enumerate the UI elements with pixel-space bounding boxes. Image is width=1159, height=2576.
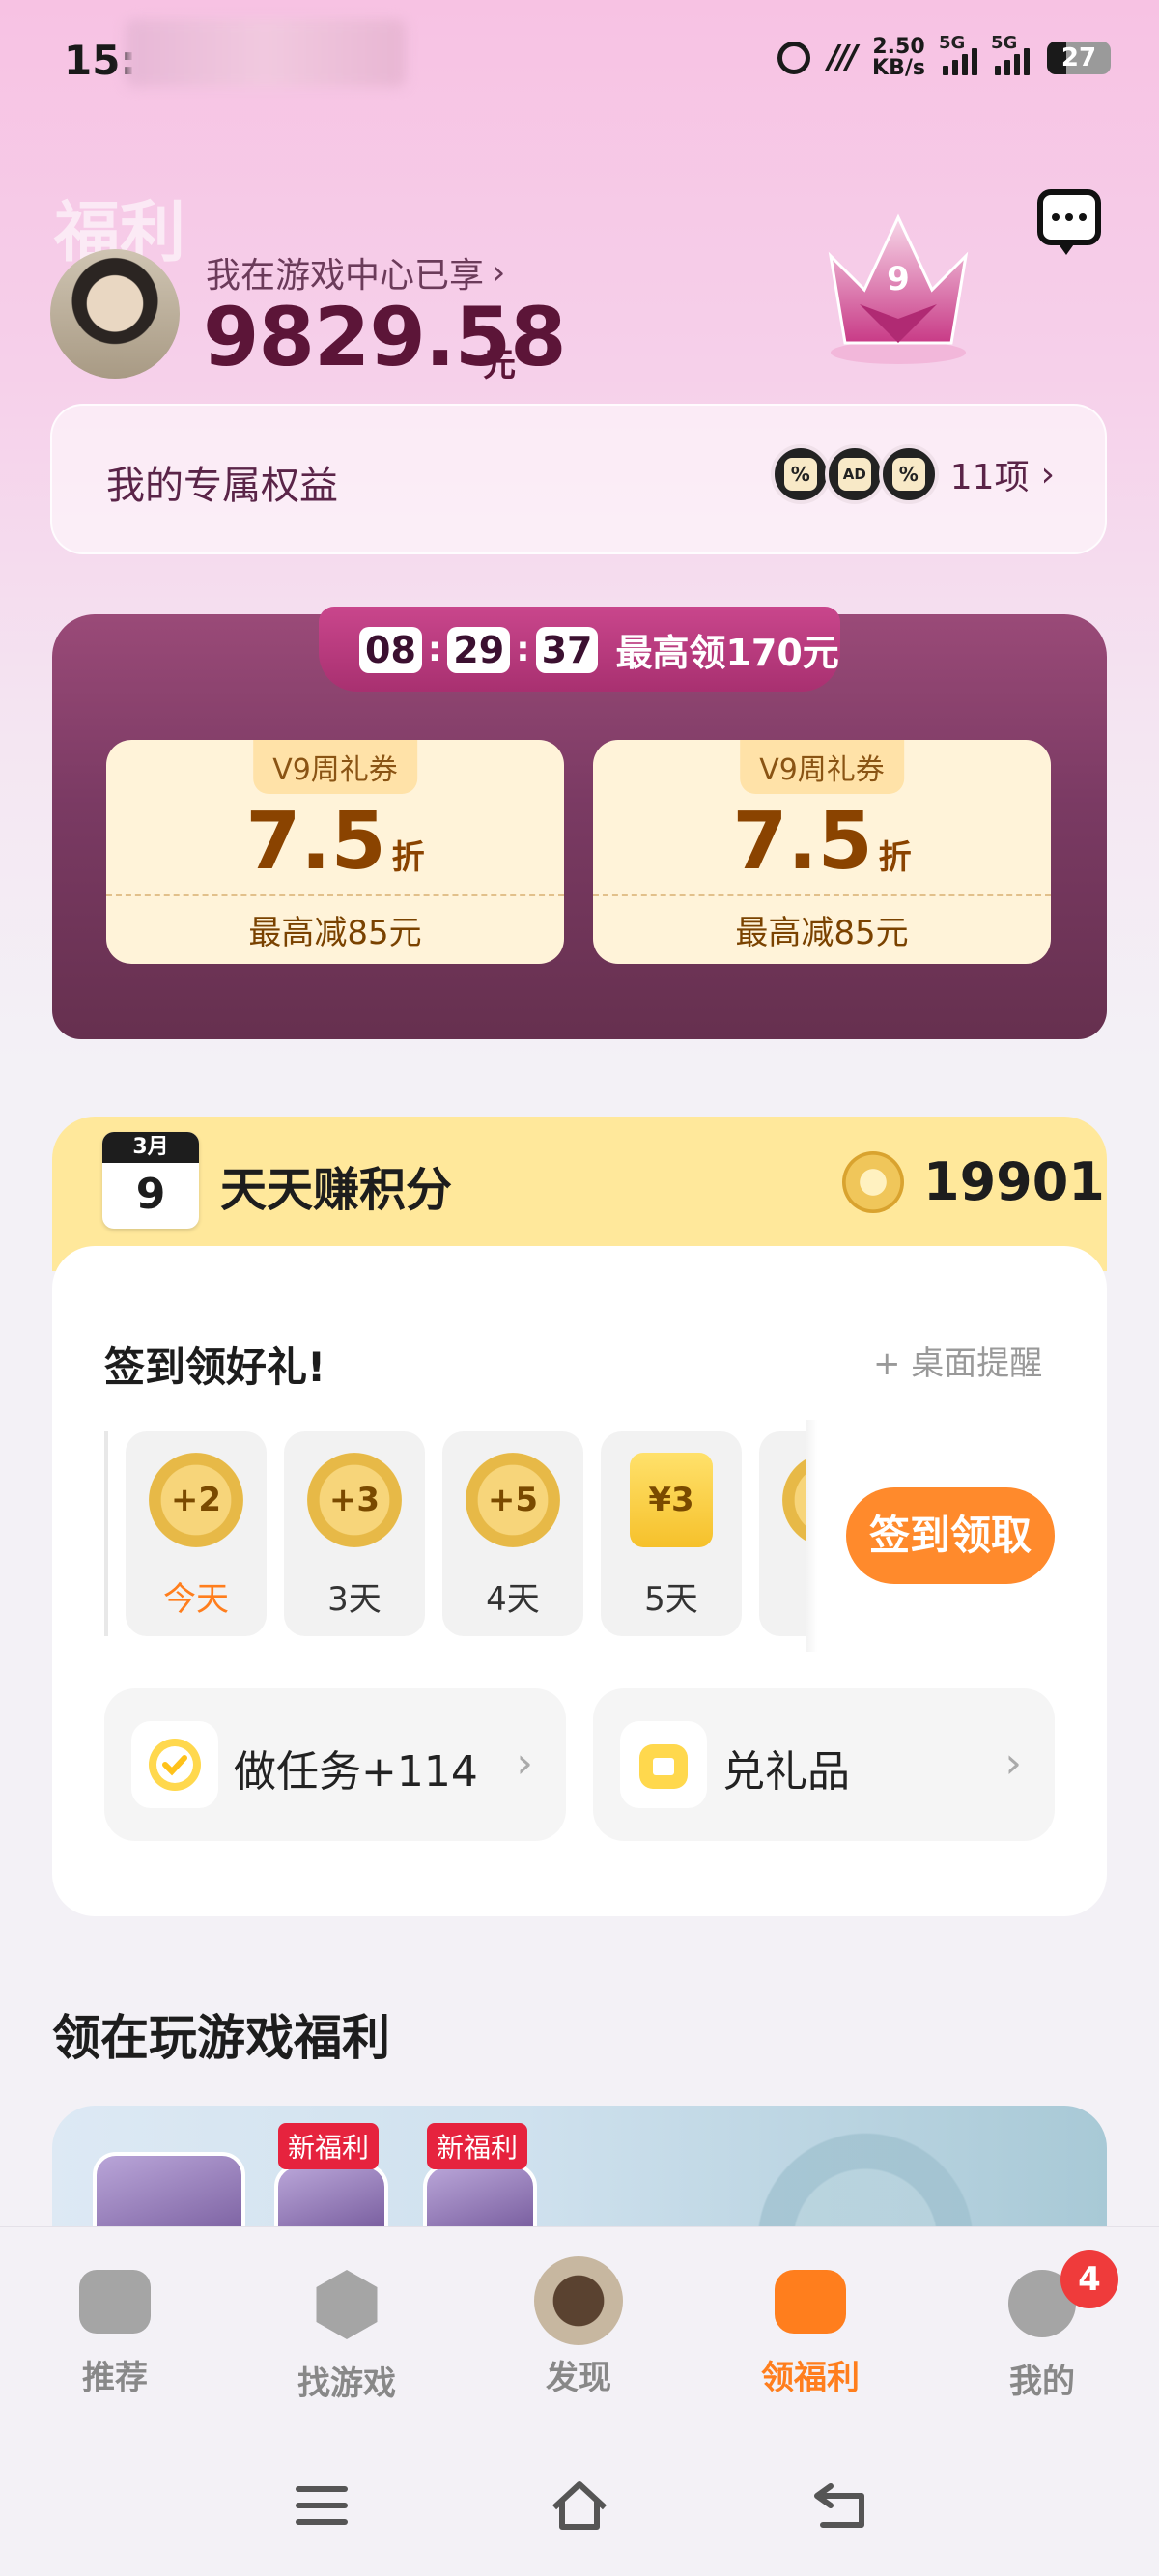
net-speed: 2.50 KB/s <box>872 37 925 79</box>
coupon-icon: % <box>878 444 939 504</box>
signin-day-label: 3天 <box>327 1580 382 1619</box>
signin-day[interactable]: +5 4天 <box>442 1431 583 1636</box>
signin-day[interactable]: ¥3 5天 <box>601 1431 742 1636</box>
calendar-month: 3月 <box>102 1132 199 1163</box>
cash-card-icon: ¥3 <box>630 1453 713 1547</box>
benefits-count: 11项 <box>949 458 1030 497</box>
coin-icon: +5 <box>466 1453 560 1547</box>
exclusive-benefits-card[interactable]: 我的专属权益 % AD % 11项 › <box>50 404 1107 554</box>
saved-unit: 元 <box>483 346 516 384</box>
tab-benefits[interactable]: 领福利 <box>738 2270 883 2398</box>
hexagon-icon <box>316 2270 378 2339</box>
timer-seconds: 37 <box>535 626 599 673</box>
timer-hours: 08 <box>359 626 422 673</box>
game-logo-icon <box>534 2256 623 2345</box>
benefit-badges: % AD % 11项 › <box>770 444 1055 504</box>
signin-day-label: 今天 <box>163 1580 229 1619</box>
vip-level: 9 <box>887 260 910 298</box>
new-benefit-badge: 新福利 <box>427 2123 528 2169</box>
tab-label: 发现 <box>546 2359 611 2397</box>
calendar-day: 9 <box>135 1170 166 1219</box>
section-title: 领在玩游戏福利 <box>52 2010 390 2066</box>
earn-points-title: 天天赚积分 <box>220 1163 453 1217</box>
nfc-icon: /// <box>827 39 858 77</box>
new-benefit-badge: 新福利 <box>278 2123 380 2169</box>
signal-icon: 5G <box>991 33 1030 75</box>
tab-recommend[interactable]: 推荐 <box>42 2270 187 2398</box>
gift-icon <box>620 1721 707 1808</box>
max-reward-text: 最高领170元 <box>615 632 839 674</box>
tab-find-games[interactable]: 找游戏 <box>274 2270 419 2404</box>
battery-level: 27 <box>1060 43 1097 72</box>
tab-label: 推荐 <box>82 2359 148 2397</box>
signin-title: 签到领好礼! <box>104 1344 326 1391</box>
message-icon[interactable] <box>1037 189 1101 255</box>
ad-free-icon: AD <box>824 444 885 504</box>
benefits-label: 我的专属权益 <box>106 464 338 508</box>
coupon-card[interactable]: V9周礼券 7.5 折 最高减85元 <box>593 740 1051 964</box>
signin-day-label: 4天 <box>486 1580 540 1619</box>
signin-day-label: 5天 <box>644 1580 698 1619</box>
notification-badge: 4 <box>1060 2250 1118 2308</box>
tab-discover[interactable]: 发现 <box>506 2256 651 2398</box>
discount-icon: % <box>770 444 831 504</box>
coupon-tag: V9周礼券 <box>253 740 417 794</box>
desktop-reminder-button[interactable]: + 桌面提醒 <box>873 1337 1042 1384</box>
check-icon <box>131 1721 218 1808</box>
coin-icon: +3 <box>307 1453 402 1547</box>
signal-icon: 5G <box>939 33 977 75</box>
signal-label: 5G <box>991 33 1018 53</box>
benefits-tab-icon <box>775 2270 846 2334</box>
vip-crown-icon[interactable]: 9 <box>811 198 985 372</box>
back-icon[interactable] <box>811 2480 869 2531</box>
status-icons: /// 2.50 KB/s 5G 5G 27 <box>777 33 1111 79</box>
net-speed-unit: KB/s <box>872 56 925 80</box>
signin-day[interactable]: +3 3天 <box>284 1431 425 1636</box>
signal-label: 5G <box>939 33 966 53</box>
coin-icon: +2 <box>149 1453 243 1547</box>
do-tasks-button[interactable]: 做任务+114 › <box>104 1688 566 1841</box>
countdown-timer: 08 : 29 : 37 最高领170元 <box>359 623 839 676</box>
gamepad-icon <box>79 2270 151 2334</box>
do-tasks-label: 做任务+114 <box>234 1747 478 1797</box>
redeem-gifts-button[interactable]: 兑礼品 › <box>593 1688 1055 1841</box>
chevron-right-icon: › <box>1004 1739 1022 1788</box>
signin-day[interactable]: +2 今天 <box>126 1431 267 1636</box>
chevron-right-icon: › <box>516 1739 533 1788</box>
redeem-gifts-label: 兑礼品 <box>722 1747 850 1797</box>
signin-day-partial[interactable]: 6 <box>759 1431 806 1636</box>
coin-icon <box>782 1453 806 1547</box>
battery-icon: 27 <box>1047 42 1111 74</box>
coupon-tag: V9周礼券 <box>740 740 904 794</box>
coupon-subtext: 最高减85元 <box>735 914 909 952</box>
tab-label: 我的 <box>1009 2363 1075 2401</box>
timer-minutes: 29 <box>447 626 511 673</box>
chevron-right-icon: › <box>492 252 506 293</box>
net-speed-value: 2.50 <box>872 35 925 59</box>
menu-icon[interactable] <box>296 2486 348 2525</box>
avatar[interactable] <box>50 249 180 379</box>
calendar-icon: 3月 9 <box>102 1132 199 1229</box>
signin-button[interactable]: 签到领取 <box>846 1487 1055 1584</box>
coupon-card[interactable]: V9周礼券 7.5 折 最高减85元 <box>106 740 564 964</box>
signin-day-label: 6 <box>759 1572 806 1611</box>
day-strip-edge <box>104 1431 108 1636</box>
coupon-rate: 7.5 折 <box>732 796 912 888</box>
tab-label: 找游戏 <box>297 2364 396 2403</box>
chevron-right-icon: › <box>1040 454 1055 495</box>
alarm-icon <box>777 42 810 74</box>
coupon-rate: 7.5 折 <box>245 796 425 888</box>
coin-icon <box>842 1151 904 1213</box>
status-redacted-area <box>126 19 406 87</box>
home-icon[interactable] <box>549 2478 610 2533</box>
coupon-subtext: 最高减85元 <box>248 914 422 952</box>
points-balance[interactable]: 19901 <box>923 1151 1105 1212</box>
tab-label: 领福利 <box>761 2359 860 2397</box>
scroll-shadow <box>806 1420 817 1652</box>
